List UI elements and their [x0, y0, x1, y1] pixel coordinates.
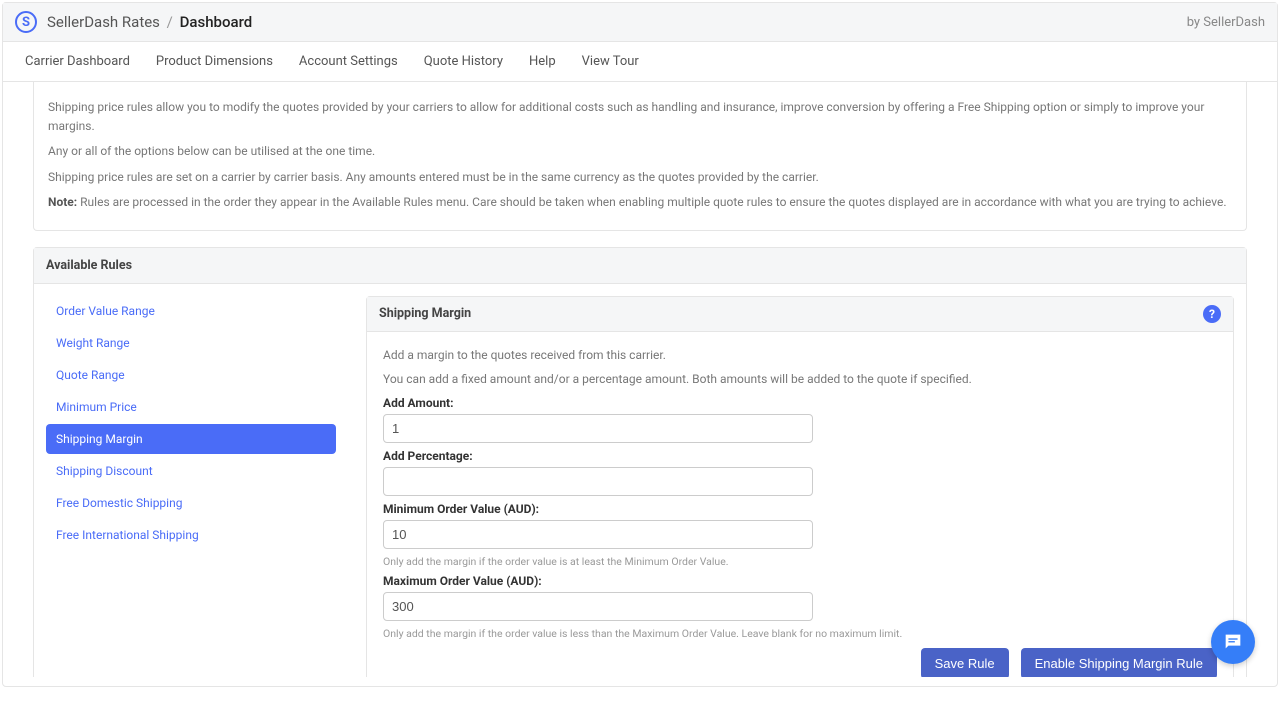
available-rules-panel: Available Rules Order Value Range Weight…	[33, 247, 1247, 677]
add-amount-label: Add Amount:	[383, 396, 1217, 410]
chat-fab[interactable]	[1211, 620, 1255, 664]
rule-free-international-shipping[interactable]: Free International Shipping	[46, 520, 336, 550]
rule-free-domestic-shipping[interactable]: Free Domestic Shipping	[46, 488, 336, 518]
nav-account-settings[interactable]: Account Settings	[299, 54, 398, 69]
vendor-label: by SellerDash	[1187, 15, 1265, 30]
chat-icon	[1222, 631, 1244, 653]
enable-rule-button[interactable]: Enable Shipping Margin Rule	[1021, 648, 1217, 677]
nav-view-tour[interactable]: View Tour	[582, 54, 639, 69]
add-percentage-input[interactable]	[383, 467, 813, 496]
add-amount-input[interactable]	[383, 414, 813, 443]
max-order-input[interactable]	[383, 592, 813, 621]
min-order-input[interactable]	[383, 520, 813, 549]
top-bar: S SellerDash Rates / Dashboard by Seller…	[3, 3, 1277, 42]
rule-minimum-price[interactable]: Minimum Price	[46, 392, 336, 422]
help-icon[interactable]: ?	[1203, 305, 1221, 323]
margin-desc-2: You can add a fixed amount and/or a perc…	[383, 372, 1217, 386]
max-order-hint: Only add the margin if the order value i…	[383, 627, 1217, 640]
min-order-hint: Only add the margin if the order value i…	[383, 555, 1217, 568]
intro-p2: Any or all of the options below can be u…	[48, 142, 1232, 161]
rule-order-value-range[interactable]: Order Value Range	[46, 296, 336, 326]
rule-weight-range[interactable]: Weight Range	[46, 328, 336, 358]
intro-p3: Shipping price rules are set on a carrie…	[48, 168, 1232, 187]
breadcrumb-separator: /	[167, 13, 173, 31]
shipping-margin-panel: Shipping Margin ? Add a margin to the qu…	[366, 296, 1234, 677]
nav-carrier-dashboard[interactable]: Carrier Dashboard	[25, 54, 130, 69]
max-order-label: Maximum Order Value (AUD):	[383, 574, 1217, 588]
nav-product-dimensions[interactable]: Product Dimensions	[156, 54, 273, 69]
add-percentage-label: Add Percentage:	[383, 449, 1217, 463]
save-rule-button[interactable]: Save Rule	[921, 648, 1009, 677]
logo-icon: S	[15, 11, 37, 33]
intro-card: Shipping price rules allow you to modify…	[33, 82, 1247, 231]
margin-desc-1: Add a margin to the quotes received from…	[383, 348, 1217, 362]
min-order-label: Minimum Order Value (AUD):	[383, 502, 1217, 516]
breadcrumb-root[interactable]: SellerDash Rates	[47, 13, 160, 31]
shipping-margin-title: Shipping Margin	[379, 306, 471, 321]
rule-shipping-discount[interactable]: Shipping Discount	[46, 456, 336, 486]
breadcrumb-current: Dashboard	[180, 13, 253, 31]
nav-quote-history[interactable]: Quote History	[424, 54, 503, 69]
nav-help[interactable]: Help	[529, 54, 556, 69]
intro-note: Note: Rules are processed in the order t…	[48, 193, 1232, 212]
intro-p1: Shipping price rules allow you to modify…	[48, 98, 1232, 136]
available-rules-header: Available Rules	[34, 248, 1246, 284]
main-nav: Carrier Dashboard Product Dimensions Acc…	[3, 42, 1277, 82]
rules-sidebar: Order Value Range Weight Range Quote Ran…	[46, 296, 336, 677]
rule-quote-range[interactable]: Quote Range	[46, 360, 336, 390]
rule-shipping-margin[interactable]: Shipping Margin	[46, 424, 336, 454]
intro-note-text: Rules are processed in the order they ap…	[77, 195, 1226, 209]
intro-note-label: Note:	[48, 195, 77, 209]
breadcrumb: SellerDash Rates / Dashboard	[47, 13, 252, 31]
